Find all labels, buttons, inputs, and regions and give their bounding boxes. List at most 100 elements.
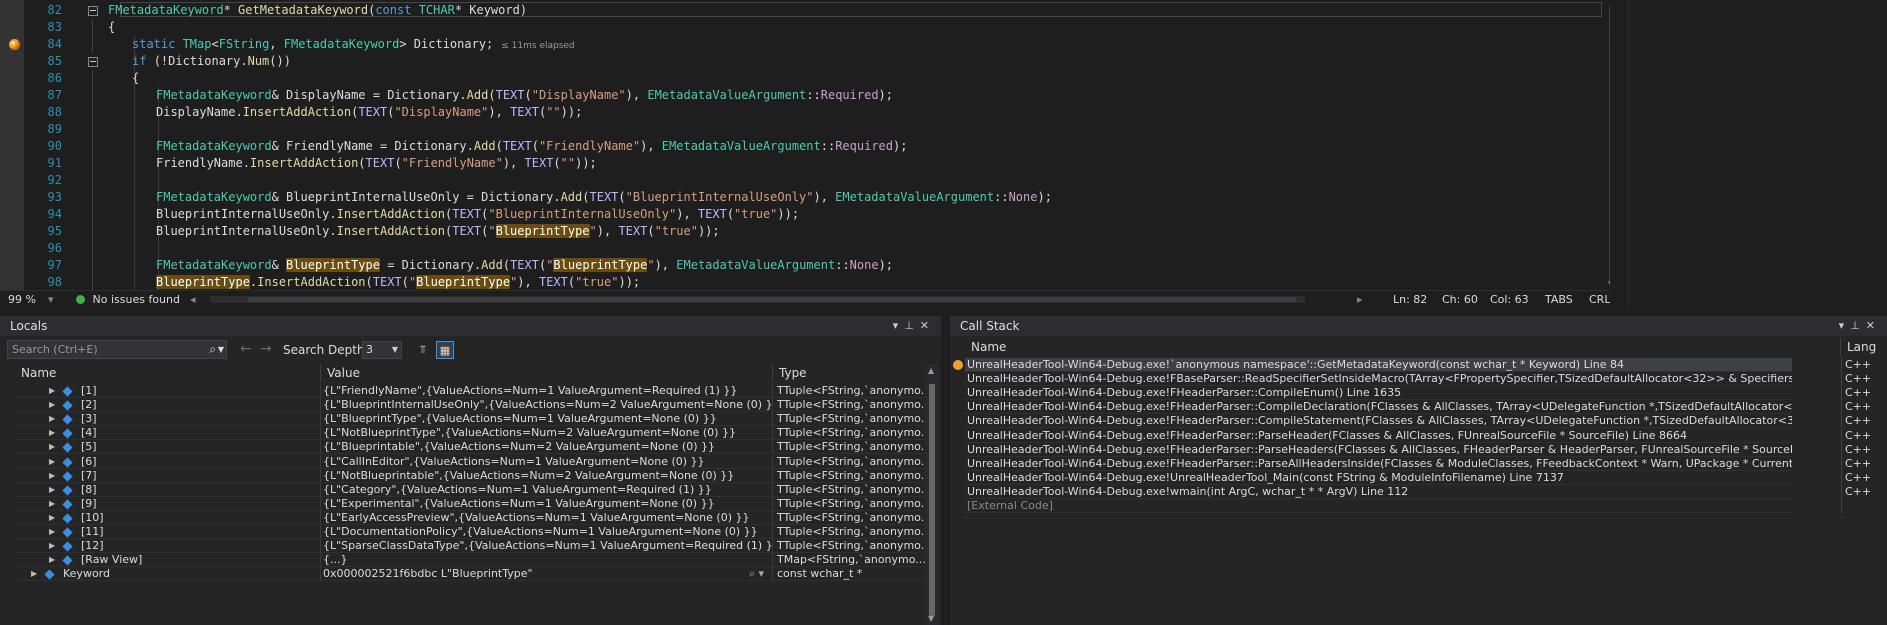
- close-icon[interactable]: ✕: [1866, 319, 1881, 332]
- zoom-dropdown-icon[interactable]: ▾: [48, 291, 54, 308]
- locals-row[interactable]: ▶ [5] {L"Blueprintable",{ValueActions=Num=…: [0, 440, 925, 455]
- expand-arrow-icon[interactable]: ▶: [49, 426, 55, 439]
- expand-arrow-icon[interactable]: ▶: [49, 469, 55, 482]
- value-cell[interactable]: 0x000002521f6bdbc L"BlueprintType" ⌕ ▾: [321, 567, 773, 582]
- expand-arrow-icon[interactable]: ▶: [49, 398, 55, 411]
- expand-arrow-icon[interactable]: ▶: [49, 384, 55, 397]
- call-stack-frame[interactable]: UnrealHeaderTool-Win64-Debug.exe!UnrealH…: [950, 470, 1887, 485]
- code-line[interactable]: 84 static TMap<FString, FMetadataKeyword>…: [0, 36, 1610, 53]
- value-cell[interactable]: {L"DocumentationPolicy",{ValueActions=Nu…: [321, 525, 773, 539]
- scroll-left-icon[interactable]: ◂: [190, 291, 196, 308]
- code-text[interactable]: FMetadataKeyword& FriendlyName = Diction…: [156, 138, 907, 155]
- pin-icon[interactable]: ⊥: [1850, 319, 1866, 332]
- value-cell[interactable]: {L"Category",{ValueActions=Num=1 ValueAr…: [321, 482, 773, 497]
- code-text[interactable]: FriendlyName.InsertAddAction(TEXT("Frien…: [156, 155, 597, 172]
- code-line[interactable]: 94 BlueprintInternalUseOnly.InsertAddActi…: [0, 206, 1610, 223]
- code-line[interactable]: 89: [0, 121, 1610, 138]
- dropdown-icon[interactable]: ▾: [1839, 319, 1851, 332]
- scroll-down-arrow-icon[interactable]: ▼: [1608, 280, 1610, 290]
- scrollbar-thumb[interactable]: [929, 384, 935, 616]
- code-text[interactable]: {: [108, 19, 115, 36]
- value-cell[interactable]: {L"FriendlyName",{ValueActions=Num=1 Val…: [321, 384, 773, 398]
- call-stack-frame[interactable]: UnrealHeaderTool-Win64-Debug.exe!FHeader…: [950, 428, 1887, 443]
- value-cell[interactable]: {L"SparseClassDataType",{ValueActions=Nu…: [321, 539, 773, 554]
- column-header-name[interactable]: Name: [965, 338, 1841, 356]
- call-stack-frame[interactable]: UnrealHeaderTool-Win64-Debug.exe!FHeader…: [950, 414, 1887, 429]
- value-cell[interactable]: {L"NotBlueprintType",{ValueActions=Num=2…: [321, 426, 773, 441]
- call-stack-frame[interactable]: UnrealHeaderTool-Win64-Debug.exe!FHeader…: [950, 456, 1887, 471]
- search-icon[interactable]: ⌕: [209, 341, 216, 358]
- column-header-lang[interactable]: Lang: [1841, 338, 1887, 356]
- collapse-icon[interactable]: [88, 57, 98, 67]
- code-line[interactable]: 95 BlueprintInternalUseOnly.InsertAddActi…: [0, 223, 1610, 240]
- code-line[interactable]: 92: [0, 172, 1610, 189]
- expand-arrow-icon[interactable]: ▶: [49, 455, 55, 468]
- value-cell[interactable]: {L"EarlyAccessPreview",{ValueActions=Num…: [321, 510, 773, 525]
- code-line[interactable]: 85 if (!Dictionary.Num()): [0, 53, 1610, 70]
- call-stack-frame[interactable]: [External Code]: [950, 499, 1887, 513]
- value-cell[interactable]: {L"CallInEditor",{ValueActions=Num=1 Val…: [321, 454, 773, 469]
- code-text[interactable]: BlueprintInternalUseOnly.InsertAddAction…: [156, 206, 799, 223]
- code-line[interactable]: 90 FMetadataKeyword& FriendlyName = Dicti…: [0, 138, 1610, 155]
- code-editor[interactable]: 82 FMetadataKeyword* GetMetadataKeyword(c…: [0, 0, 1610, 308]
- search-back-arrow-icon[interactable]: ←: [240, 341, 252, 357]
- value-cell[interactable]: {L"BlueprintInternalUseOnly",{ValueActio…: [321, 398, 773, 413]
- code-text[interactable]: DisplayName.InsertAddAction(TEXT("Displa…: [156, 104, 582, 121]
- locals-row[interactable]: ▶ Keyword 0x000002521f6bdbc L"BlueprintTyp…: [0, 567, 925, 582]
- value-cell[interactable]: {L"Experimental",{ValueActions=Num=1 Val…: [321, 496, 773, 511]
- scrollbar-thumb[interactable]: [1609, 6, 1610, 281]
- filter-pin-button[interactable]: ⫪: [414, 341, 432, 359]
- locals-row[interactable]: ▶ [8] {L"Category",{ValueActions=Num=1 Val…: [0, 482, 925, 497]
- scroll-down-arrow-icon[interactable]: ▼: [928, 614, 934, 623]
- code-line[interactable]: 86 {: [0, 70, 1610, 87]
- code-line[interactable]: 97 FMetadataKeyword& BlueprintType = Dict…: [0, 257, 1610, 274]
- locals-row[interactable]: ▶ [11] {L"DocumentationPolicy",{ValueActio…: [0, 525, 925, 539]
- call-stack-frame[interactable]: UnrealHeaderTool-Win64-Debug.exe!wmain(i…: [950, 484, 1887, 499]
- locals-row[interactable]: ▶ [10] {L"EarlyAccessPreview",{ValueAction…: [0, 510, 925, 525]
- locals-row[interactable]: ▶ [7] {L"NotBlueprintable",{ValueActions=N…: [0, 468, 925, 483]
- expand-arrow-icon[interactable]: ▶: [49, 525, 55, 538]
- code-line[interactable]: 83 {: [0, 19, 1610, 36]
- code-line[interactable]: 91 FriendlyName.InsertAddAction(TEXT("Fri…: [0, 155, 1610, 172]
- locals-vertical-scrollbar[interactable]: ▲ ▼: [925, 364, 939, 625]
- editor-horizontal-scrollbar[interactable]: [210, 296, 1305, 303]
- locals-row[interactable]: ▶ [9] {L"Experimental",{ValueActions=Num=1…: [0, 496, 925, 511]
- call-stack-frame[interactable]: UnrealHeaderTool-Win64-Debug.exe!FBasePa…: [950, 372, 1887, 387]
- locals-row[interactable]: ▶ [2] {L"BlueprintInternalUseOnly",{ValueA…: [0, 398, 925, 413]
- code-line[interactable]: 87 FMetadataKeyword& DisplayName = Dictio…: [0, 87, 1610, 104]
- code-text[interactable]: FMetadataKeyword& BlueprintType = Dictio…: [156, 257, 893, 274]
- code-text[interactable]: BlueprintType.InsertAddAction(TEXT("Blue…: [156, 274, 640, 291]
- search-options-dropdown-icon[interactable]: ▼: [218, 341, 224, 358]
- value-cell[interactable]: {L"NotBlueprintable",{ValueActions=Num=2…: [321, 468, 773, 483]
- code-text[interactable]: {: [132, 70, 139, 87]
- value-cell[interactable]: {...}: [321, 553, 773, 568]
- expand-arrow-icon[interactable]: ▶: [49, 440, 55, 453]
- locals-row[interactable]: ▶ [4] {L"NotBlueprintType",{ValueActions=N…: [0, 426, 925, 441]
- call-stack-frame[interactable]: UnrealHeaderTool-Win64-Debug.exe!FHeader…: [950, 386, 1887, 401]
- code-text[interactable]: FMetadataKeyword& BlueprintInternalUseOn…: [156, 189, 1052, 206]
- line-ending[interactable]: CRLF: [1589, 291, 1610, 308]
- view-toggle-button[interactable]: ▦: [436, 341, 454, 359]
- expand-arrow-icon[interactable]: ▶: [49, 539, 55, 552]
- expand-arrow-icon[interactable]: ▶: [49, 553, 55, 566]
- code-line[interactable]: 88 DisplayName.InsertAddAction(TEXT("Disp…: [0, 104, 1610, 121]
- locals-row[interactable]: ▶ [Raw View] {...} TMap<FString,`anonymo...: [0, 553, 925, 568]
- search-input[interactable]: Search (Ctrl+E) ⌕ ▼: [7, 340, 227, 359]
- search-forward-arrow-icon[interactable]: →: [260, 341, 272, 357]
- call-stack-frame[interactable]: UnrealHeaderTool-Win64-Debug.exe!`anonym…: [950, 358, 1887, 372]
- expand-arrow-icon[interactable]: ▶: [49, 412, 55, 425]
- expand-arrow-icon[interactable]: ▶: [49, 511, 55, 524]
- locals-row[interactable]: ▶ [12] {L"SparseClassDataType",{ValueActio…: [0, 539, 925, 554]
- call-stack-frame[interactable]: UnrealHeaderTool-Win64-Debug.exe!FHeader…: [950, 442, 1887, 457]
- visualizer-icon[interactable]: ⌕ ▾: [749, 567, 764, 580]
- expand-arrow-icon[interactable]: ▶: [49, 483, 55, 496]
- code-text[interactable]: FMetadataKeyword* GetMetadataKeyword(con…: [108, 2, 527, 19]
- locals-row[interactable]: ▶ [3] {L"BlueprintType",{ValueActions=Num=…: [0, 412, 925, 427]
- locals-row[interactable]: ▶ [1] {L"FriendlyName",{ValueActions=Num=1…: [0, 384, 925, 398]
- expand-arrow-icon[interactable]: ▶: [49, 497, 55, 510]
- zoom-level[interactable]: 99 %: [8, 291, 36, 308]
- code-text[interactable]: if (!Dictionary.Num()): [132, 53, 291, 70]
- column-header-name[interactable]: Name: [15, 364, 321, 382]
- issues-indicator[interactable]: No issues found: [76, 291, 180, 308]
- scroll-right-icon[interactable]: ▸: [1357, 291, 1363, 308]
